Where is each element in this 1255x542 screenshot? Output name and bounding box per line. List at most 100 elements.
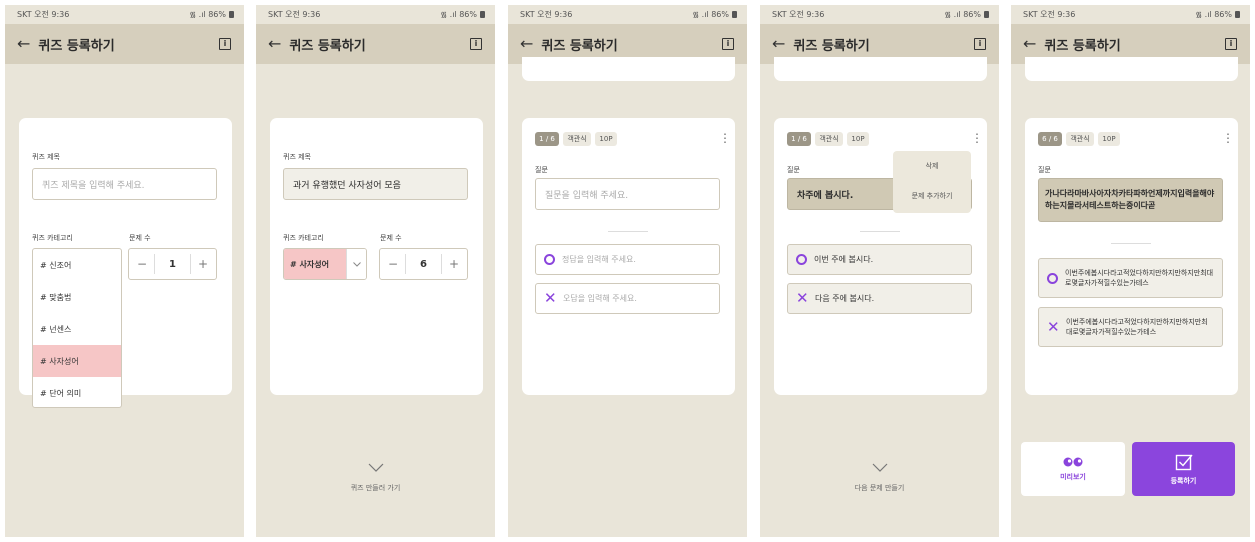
title-label: 퀴즈 제목 [32, 153, 60, 161]
back-arrow-icon[interactable]: ← [17, 36, 30, 52]
category-label: 퀴즈 카테고리 [32, 234, 73, 242]
screen-question-final: SKT 오전 9:36 ᯾ .ıl 86% ← 퀴즈 등록하기 i 6 / 6 … [1011, 5, 1250, 537]
title-input[interactable]: 퀴즈 제목을 입력해 주세요. [32, 168, 217, 200]
increment-button[interactable]: + [198, 257, 208, 271]
battery-icon [732, 11, 737, 18]
register-button[interactable]: 등록하기 [1132, 442, 1235, 496]
question-label: 질문 [535, 166, 548, 174]
wrong-answer-input[interactable]: ✕ 이번주에봅시다라고적었다하지만하지만하지만최대로몇글자가적힐수있는가테스 [1038, 307, 1223, 347]
divider [608, 231, 648, 232]
category-dropdown-list: # 신조어 # 맞춤법 # 넌센스 # 사자성어 # 단어 의미 [32, 248, 122, 408]
info-icon[interactable]: i [219, 38, 231, 50]
screen-question-empty: SKT 오전 9:36 ᯾ .ıl 86% ← 퀴즈 등록하기 i 1 / 6 … [508, 5, 747, 537]
question-card: 1 / 6 객관식 10P ⋮ 질문 질문을 입력해 주세요. 정답을 입력해 … [522, 118, 735, 395]
back-arrow-icon[interactable]: ← [520, 36, 533, 52]
status-time: SKT 오전 9:36 [268, 10, 321, 19]
correct-answer-placeholder: 정답을 입력해 주세요. [562, 255, 636, 264]
count-value: 1 [169, 258, 176, 270]
preview-label: 미리보기 [1060, 472, 1086, 481]
increment-button[interactable]: + [449, 257, 459, 271]
wrong-x-icon: ✕ [796, 289, 809, 307]
more-options-icon[interactable]: ⋮ [971, 132, 983, 144]
quiz-setup-card: 퀴즈 제목 과거 유행했던 사자성어 모음 퀴즈 카테고리 문제 수 # 사자성… [270, 118, 483, 395]
category-select-value: # 사자성어 [284, 249, 346, 279]
previous-card-peek [774, 57, 987, 81]
status-bar: SKT 오전 9:36 ᯾ .ıl 86% [5, 5, 244, 24]
points-tag[interactable]: 10P [595, 132, 617, 146]
category-label: 퀴즈 카테고리 [283, 234, 324, 242]
wrong-x-icon: ✕ [544, 289, 557, 307]
back-arrow-icon[interactable]: ← [268, 36, 281, 52]
count-label: 문제 수 [380, 234, 402, 242]
question-card: 6 / 6 객관식 10P ⋮ 질문 가나다라마바사아자차카타파하언제까지입력을… [1025, 118, 1238, 395]
more-options-icon[interactable]: ⋮ [719, 132, 731, 144]
status-time: SKT 오전 9:36 [520, 10, 573, 19]
decrement-button[interactable]: − [388, 257, 398, 271]
correct-circle-icon [796, 254, 807, 265]
points-tag[interactable]: 10P [847, 132, 869, 146]
question-type-tag[interactable]: 객관식 [1066, 132, 1094, 146]
category-option[interactable]: # 넌센스 [33, 313, 121, 345]
screen-quiz-setup-filled: SKT 오전 9:36 ᯾ .ıl 86% ← 퀴즈 등록하기 i 퀴즈 제목 … [256, 5, 495, 537]
points-tag[interactable]: 10P [1098, 132, 1120, 146]
back-arrow-icon[interactable]: ← [1023, 36, 1036, 52]
page-title: 퀴즈 등록하기 [793, 38, 870, 54]
battery-icon [480, 11, 485, 18]
question-type-tag[interactable]: 객관식 [563, 132, 591, 146]
category-select[interactable]: # 사자성어 [283, 248, 367, 280]
eyes-icon [1063, 457, 1083, 466]
correct-answer-input[interactable]: 이번 주에 봅시다. [787, 244, 972, 275]
category-option[interactable]: # 단어 의미 [33, 377, 121, 409]
wrong-answer-placeholder: 오답을 입력해 주세요. [563, 294, 637, 303]
screen-quiz-setup-dropdown: SKT 오전 9:36 ᯾ .ıl 86% ← 퀴즈 등록하기 i 퀴즈 제목 … [5, 5, 244, 537]
correct-circle-icon [544, 254, 555, 265]
chevron-down-icon[interactable] [368, 463, 384, 472]
chevron-down-icon [346, 249, 366, 279]
wrong-answer-input[interactable]: ✕ 다음 주에 봅시다. [787, 283, 972, 314]
app-header: ← 퀴즈 등록하기 i [256, 24, 495, 64]
info-icon[interactable]: i [1225, 38, 1237, 50]
status-bar: SKT 오전 9:36 ᯾ .ıl 86% [760, 5, 999, 24]
chevron-down-icon[interactable] [872, 463, 888, 472]
status-time: SKT 오전 9:36 [17, 10, 70, 19]
status-signal: ᯾ .ıl 86% [189, 10, 226, 19]
correct-answer-input[interactable]: 이번주에봅시다라고적었다하지만하지만하지만최대로몇글자가적힐수있는가테스 [1038, 258, 1223, 298]
go-make-quiz-link[interactable]: 퀴즈 만들러 가기 [256, 483, 495, 493]
question-input[interactable]: 질문을 입력해 주세요. [535, 178, 720, 210]
question-type-tag[interactable]: 객관식 [815, 132, 843, 146]
divider [1111, 243, 1151, 244]
status-signal: ᯾ .ıl 86% [1195, 10, 1232, 19]
delete-menu-item[interactable]: 삭제 [893, 151, 971, 181]
previous-card-peek [1025, 57, 1238, 81]
correct-answer-text: 이번주에봅시다라고적었다하지만하지만하지만최대로몇글자가적힐수있는가테스 [1065, 269, 1214, 287]
back-arrow-icon[interactable]: ← [772, 36, 785, 52]
category-option[interactable]: # 신조어 [33, 249, 121, 281]
divider [860, 231, 900, 232]
more-options-icon[interactable]: ⋮ [1222, 132, 1234, 144]
battery-icon [984, 11, 989, 18]
info-icon[interactable]: i [722, 38, 734, 50]
previous-card-peek [522, 57, 735, 81]
wrong-answer-input[interactable]: ✕ 오답을 입력해 주세요. [535, 283, 720, 314]
info-icon[interactable]: i [974, 38, 986, 50]
add-question-menu-item[interactable]: 문제 추가하기 [893, 181, 971, 211]
category-option[interactable]: # 맞춤법 [33, 281, 121, 313]
question-count-stepper: − 6 + [379, 248, 468, 280]
correct-answer-input[interactable]: 정답을 입력해 주세요. [535, 244, 720, 275]
info-icon[interactable]: i [470, 38, 482, 50]
status-time: SKT 오전 9:36 [1023, 10, 1076, 19]
question-input[interactable]: 가나다라마바사아자차카타파하언제까지입력을해야하는지몰라서테스트하는중이다곧 [1038, 178, 1223, 222]
page-title: 퀴즈 등록하기 [1044, 38, 1121, 54]
status-signal: ᯾ .ıl 86% [692, 10, 729, 19]
decrement-button[interactable]: − [137, 257, 147, 271]
options-menu: 삭제 문제 추가하기 [893, 151, 971, 213]
app-header: ← 퀴즈 등록하기 i [5, 24, 244, 64]
title-input[interactable]: 과거 유행했던 사자성어 모음 [283, 168, 468, 200]
next-question-link[interactable]: 다음 문제 만들기 [760, 483, 999, 493]
question-label: 질문 [1038, 166, 1051, 174]
category-option-selected[interactable]: # 사자성어 [33, 345, 121, 377]
preview-button[interactable]: 미리보기 [1021, 442, 1125, 496]
question-label: 질문 [787, 166, 800, 174]
status-signal: ᯾ .ıl 86% [440, 10, 477, 19]
page-indicator: 1 / 6 [787, 132, 811, 146]
